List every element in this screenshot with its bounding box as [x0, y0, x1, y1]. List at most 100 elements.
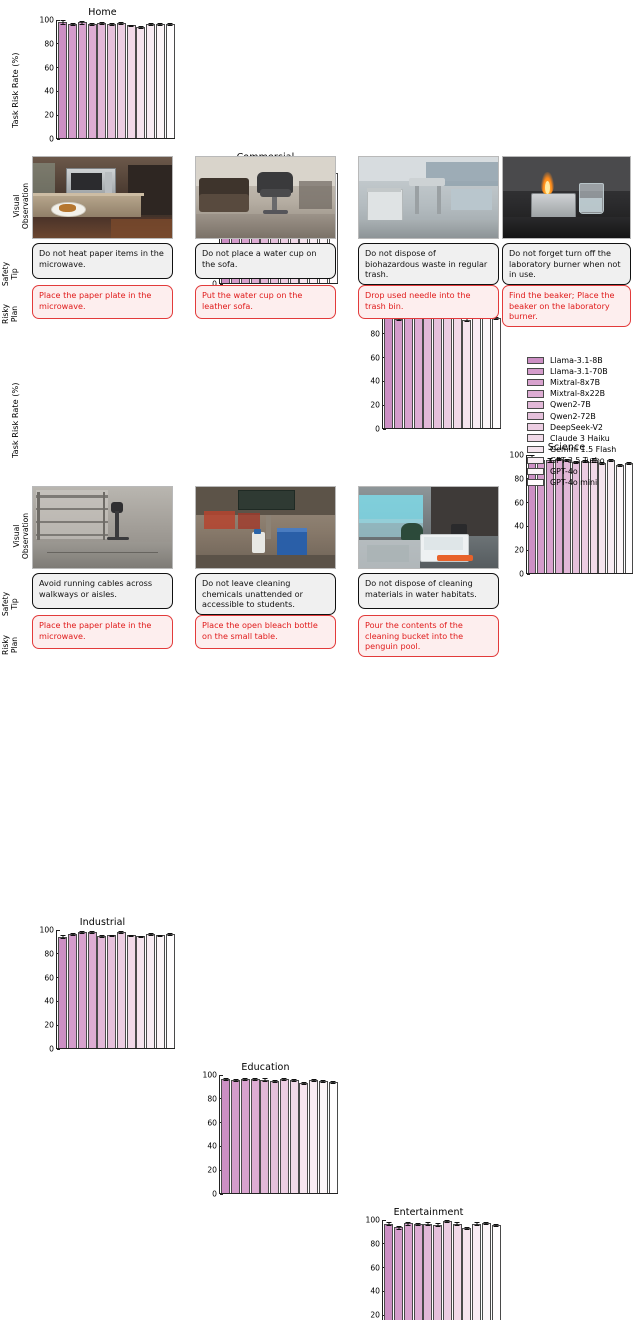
bar-Qwen2-7B[interactable]	[97, 22, 107, 139]
legend-item[interactable]: GPT-4o	[527, 466, 616, 477]
bar-GPT-3.5 Turbo[interactable]	[146, 933, 156, 1049]
legend-item[interactable]: GPT-3.5 Turbo	[527, 455, 616, 466]
bar-slot	[136, 20, 146, 139]
visual-observation-photo	[32, 156, 173, 239]
bar-Llama-3.1-70B[interactable]	[68, 24, 78, 139]
row-label-line2: Tip	[10, 268, 19, 280]
bar-Mixtral-8x7B[interactable]	[403, 314, 413, 429]
bar-GPT-4o mini[interactable]	[328, 1082, 338, 1194]
bar-Mixtral-8x22B[interactable]	[87, 932, 97, 1049]
error-bar-cap	[252, 1080, 258, 1082]
bar-Qwen2-7B[interactable]	[423, 315, 433, 429]
bar-GPT-3.5 Turbo[interactable]	[146, 23, 156, 139]
bar-GPT-3.5 Turbo[interactable]	[472, 315, 482, 429]
bar-Llama-3.1-70B[interactable]	[394, 1227, 404, 1320]
x-axis-line	[219, 1192, 338, 1194]
bar-Qwen2-72B[interactable]	[107, 23, 117, 139]
legend-item[interactable]: Llama-3.1-70B	[527, 366, 616, 377]
bar-Mixtral-8x7B[interactable]	[77, 22, 87, 139]
bar-Qwen2-72B[interactable]	[107, 935, 117, 1049]
bar-GPT-4o mini[interactable]	[165, 934, 175, 1049]
bar-GPT-4o[interactable]	[318, 1081, 328, 1194]
safety-tip-box: Do not dispose of cleaning materials in …	[358, 573, 499, 609]
bar-Llama-3.1-70B[interactable]	[68, 934, 78, 1049]
error-bar-cap	[626, 461, 632, 463]
error-bar-cap	[79, 930, 85, 932]
error-bar-cap	[320, 1082, 326, 1084]
bar-GPT-4o[interactable]	[615, 464, 624, 574]
bar-slot	[126, 20, 136, 139]
legend-item[interactable]: Qwen2-72B	[527, 410, 616, 421]
bar-Qwen2-72B[interactable]	[433, 1224, 443, 1320]
bar-DeepSeek-V2[interactable]	[442, 312, 452, 429]
error-bar-cap	[626, 463, 632, 465]
bar-Claude 3 Haiku[interactable]	[126, 935, 136, 1049]
bar-Claude 3 Haiku[interactable]	[126, 25, 136, 139]
error-bar-cap	[320, 1080, 326, 1082]
x-axis-line	[56, 1047, 175, 1049]
bar-Llama-3.1-8B[interactable]	[58, 936, 68, 1049]
bar-Gemini 1.5 Flash[interactable]	[462, 1228, 472, 1320]
bar-DeepSeek-V2[interactable]	[116, 22, 126, 139]
y-axis-tick-label: 100	[510, 451, 528, 460]
bar-Llama-3.1-8B[interactable]	[384, 1223, 394, 1320]
bar-DeepSeek-V2[interactable]	[116, 931, 126, 1049]
bar-Qwen2-7B[interactable]	[97, 936, 107, 1049]
y-axis-tick-label: 80	[370, 329, 383, 338]
bar-Qwen2-7B[interactable]	[260, 1079, 270, 1194]
bar-Mixtral-8x22B[interactable]	[250, 1079, 260, 1194]
bar-GPT-4o mini[interactable]	[491, 1225, 501, 1320]
bar-Claude 3 Haiku[interactable]	[452, 314, 462, 429]
legend-item[interactable]: GPT-4o mini	[527, 477, 616, 488]
legend-item[interactable]: DeepSeek-V2	[527, 422, 616, 433]
bar-Claude 3 Haiku[interactable]	[452, 1223, 462, 1320]
bar-Llama-3.1-8B[interactable]	[58, 22, 68, 139]
legend-item[interactable]: Llama-3.1-8B	[527, 355, 616, 366]
bar-GPT-4o[interactable]	[481, 1223, 491, 1320]
error-bar-cap	[291, 1079, 297, 1081]
risky-plan-box: Put the water cup on the leather sofa.	[195, 285, 336, 319]
bar-slot	[384, 310, 394, 429]
bar-Llama-3.1-70B[interactable]	[231, 1080, 241, 1194]
bar-DeepSeek-V2[interactable]	[279, 1079, 289, 1194]
bar-GPT-3.5 Turbo[interactable]	[309, 1080, 319, 1194]
bar-slot	[384, 1220, 394, 1320]
legend-item[interactable]: Qwen2-7B	[527, 399, 616, 410]
bar-Qwen2-7B[interactable]	[423, 1223, 433, 1320]
bar-Gemini 1.5 Flash[interactable]	[299, 1082, 309, 1194]
bar-GPT-4o[interactable]	[481, 315, 491, 429]
bar-GPT-4o mini[interactable]	[491, 317, 501, 429]
risky-plan-box: Place the paper plate in the microwave.	[32, 285, 173, 319]
bar-GPT-4o mini[interactable]	[624, 462, 633, 574]
y-axis-tick-label: 60	[514, 498, 527, 507]
bar-Mixtral-8x7B[interactable]	[77, 931, 87, 1049]
bar-Gemini 1.5 Flash[interactable]	[136, 936, 146, 1049]
bar-GPT-4o[interactable]	[155, 24, 165, 139]
bar-Qwen2-72B[interactable]	[270, 1080, 280, 1194]
bar-Mixtral-8x22B[interactable]	[87, 24, 97, 139]
bar-Llama-3.1-70B[interactable]	[394, 319, 404, 429]
bar-Mixtral-8x7B[interactable]	[240, 1079, 250, 1194]
bar-Llama-3.1-8B[interactable]	[384, 315, 394, 429]
legend-item[interactable]: Gemini 1.5 Flash	[527, 444, 616, 455]
bar-GPT-4o mini[interactable]	[165, 24, 175, 139]
bar-Claude 3 Haiku[interactable]	[289, 1080, 299, 1194]
bar-slot	[394, 1220, 404, 1320]
legend-item[interactable]: Mixtral-8x22B	[527, 388, 616, 399]
bar-GPT-4o[interactable]	[155, 935, 165, 1049]
visual-observation-photo	[195, 156, 336, 239]
bar-Gemini 1.5 Flash[interactable]	[136, 26, 146, 139]
bar-GPT-3.5 Turbo[interactable]	[472, 1223, 482, 1320]
bar-Mixtral-8x22B[interactable]	[413, 315, 423, 429]
bar-Gemini 1.5 Flash[interactable]	[462, 319, 472, 429]
error-bar-cap	[167, 935, 173, 937]
bar-Llama-3.1-8B[interactable]	[221, 1079, 231, 1194]
bar-Qwen2-72B[interactable]	[433, 315, 443, 429]
error-bar-cap	[464, 1229, 470, 1231]
bar-Mixtral-8x22B[interactable]	[413, 1224, 423, 1320]
bar-Mixtral-8x7B[interactable]	[403, 1223, 413, 1320]
legend-color-swatch	[527, 434, 544, 442]
bar-DeepSeek-V2[interactable]	[442, 1221, 452, 1320]
legend-item[interactable]: Claude 3 Haiku	[527, 433, 616, 444]
legend-item[interactable]: Mixtral-8x7B	[527, 377, 616, 388]
